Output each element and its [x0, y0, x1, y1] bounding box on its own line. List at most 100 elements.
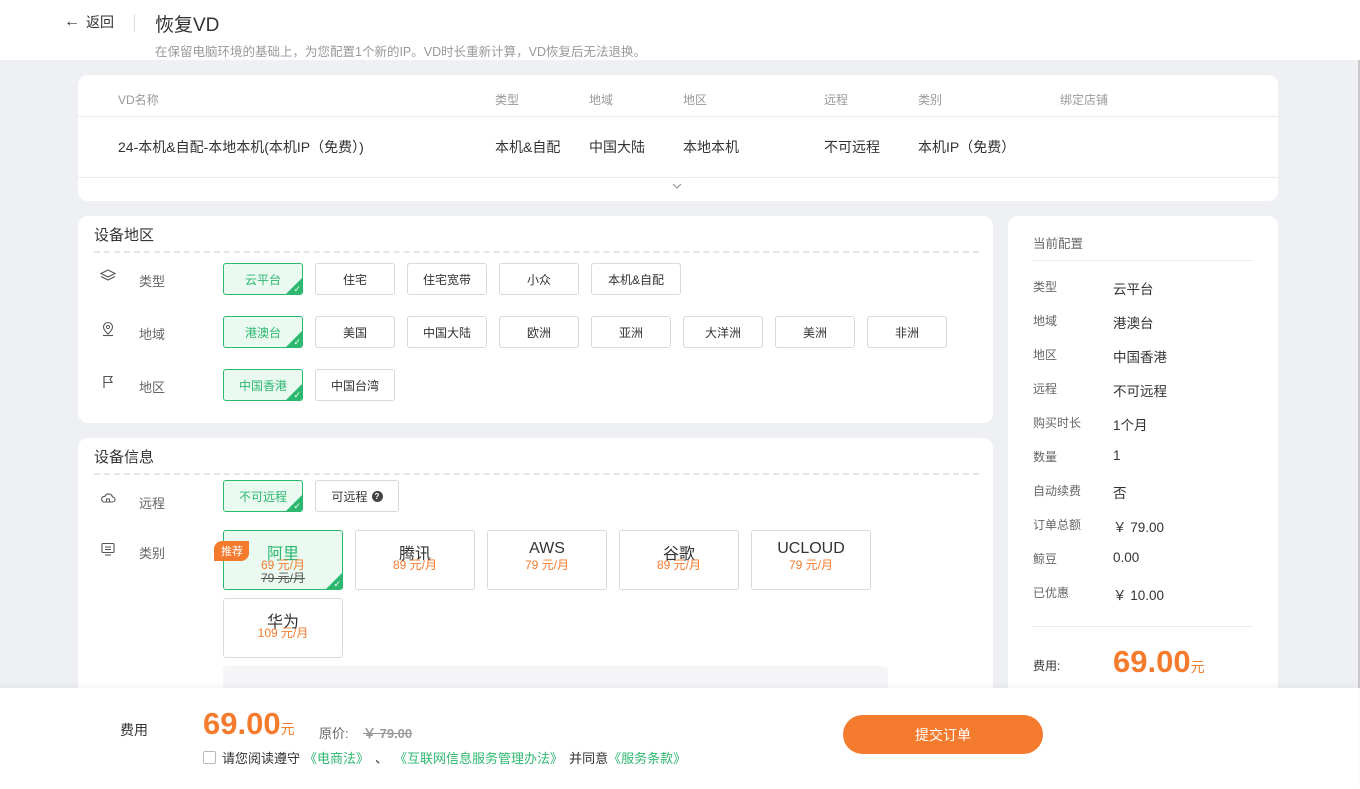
option-domain-asia[interactable]: 亚洲 — [591, 316, 671, 348]
ecommerce-law-link[interactable]: 《电商法》 — [304, 748, 369, 767]
option-area-hongkong[interactable]: 中国香港 ✓ — [223, 369, 303, 401]
col-header-type: 类型 — [495, 93, 520, 107]
cell-remote: 不可远程 — [824, 139, 880, 155]
cloud-option-aliyun[interactable]: 推荐 阿里 69 元/月 79 元/月 ✓ — [214, 530, 343, 590]
col-header-area: 地区 — [683, 93, 708, 107]
fee-value: 69.00元 — [1113, 644, 1205, 679]
summary-key: 地区 — [1033, 348, 1058, 362]
option-domain-americas[interactable]: 美洲 — [775, 316, 855, 348]
cloud-original-price: 79 元/月 — [260, 571, 306, 585]
summary-value: ￥ 10.00 — [1113, 588, 1165, 603]
option-area-taiwan[interactable]: 中国台湾 — [315, 369, 395, 401]
chevron-down-icon[interactable] — [672, 181, 682, 193]
summary-value: 不可远程 — [1113, 384, 1167, 399]
remote-label: 远程 — [139, 496, 166, 511]
col-header-remote: 远程 — [824, 93, 849, 107]
option-type-cloud[interactable]: 云平台 ✓ — [223, 263, 303, 295]
option-type-broadband[interactable]: 住宅宽带 — [407, 263, 487, 295]
cloud-option-huawei[interactable]: 华为 109 元/月 — [223, 598, 343, 658]
option-domain-mainland[interactable]: 中国大陆 — [407, 316, 487, 348]
summary-key: 地域 — [1033, 314, 1058, 328]
summary-value: ￥ 79.00 — [1113, 520, 1165, 535]
summary-title: 当前配置 — [1033, 237, 1084, 251]
dashed-divider — [94, 251, 979, 253]
cloud-price: 89 元/月 — [656, 558, 702, 572]
agree-prefix: 请您阅读遵守 — [222, 751, 301, 766]
option-domain-europe[interactable]: 欧洲 — [499, 316, 579, 348]
col-header-domain: 地域 — [589, 93, 614, 107]
summary-value: 港澳台 — [1113, 316, 1154, 331]
section-title: 设备地区 — [94, 227, 155, 244]
summary-divider — [1033, 626, 1253, 627]
summary-key: 鲸豆 — [1033, 552, 1058, 566]
back-button[interactable]: ← 返回 — [64, 12, 114, 32]
cloud-option-google[interactable]: 谷歌 89 元/月 — [619, 530, 739, 590]
col-header-store: 绑定店铺 — [1060, 93, 1109, 107]
config-summary: 当前配置 类型 云平台 地域 港澳台 地区 中国香港 远程 不可远程 购买时长 … — [1008, 216, 1278, 698]
agree-checkbox[interactable] — [203, 751, 216, 764]
option-no-remote[interactable]: 不可远程 ✓ — [223, 480, 303, 512]
checkout-bar: 费用 69.00元 原价: ￥ 79.00 请您阅读遵守 《电商法》 、 《互联… — [0, 688, 1358, 789]
region-section: 设备地区 类型 云平台 ✓ 住宅 住宅宽带 小众 本机&自配 地域 港澳台 ✓ 美国… — [78, 216, 993, 423]
cloud-option-tencent[interactable]: 腾讯 89 元/月 — [355, 530, 475, 590]
summary-key: 数量 — [1033, 450, 1058, 464]
col-header-name: VD名称 — [118, 93, 159, 107]
summary-key: 类型 — [1033, 280, 1058, 294]
flag-icon — [100, 374, 118, 392]
help-icon[interactable]: ? — [371, 490, 383, 502]
fee-unit: 元 — [1190, 659, 1205, 675]
cloud-option-ucloud[interactable]: UCLOUD 79 元/月 — [751, 530, 871, 590]
agree-mid: 并同意 — [569, 751, 609, 766]
location-pin-icon — [100, 321, 118, 339]
monitor-icon — [100, 541, 118, 559]
summary-value: 0.00 — [1113, 550, 1140, 565]
price-unit: 元 — [280, 721, 295, 737]
device-section: 设备信息 远程 不可远程 ✓ 可远程? 类别 推荐 阿里 69 元/月 79 元/… — [78, 438, 993, 706]
cloud-option-aws[interactable]: AWS 79 元/月 — [487, 530, 607, 590]
summary-key: 已优惠 — [1033, 586, 1070, 600]
original-price-label: 原价: — [319, 726, 349, 741]
summary-key: 购买时长 — [1033, 416, 1082, 430]
header-divider — [134, 14, 135, 32]
summary-value: 云平台 — [1113, 282, 1154, 297]
option-remote[interactable]: 可远程? — [315, 480, 399, 512]
domain-label: 地域 — [139, 327, 166, 342]
cell-domain: 中国大陆 — [589, 139, 645, 155]
cell-type: 本机&自配 — [495, 139, 561, 155]
section-title: 设备信息 — [94, 449, 155, 466]
cell-category: 本机IP（免费） — [918, 139, 1016, 155]
summary-value: 1 — [1113, 448, 1121, 463]
arrow-left-icon: ← — [64, 13, 80, 30]
cloud-icon — [100, 490, 118, 508]
internet-law-link[interactable]: 《互联网信息服务管理办法》 — [394, 748, 563, 767]
cell-name: 24-本机&自配-本地本机(本机IP（免费）) — [118, 139, 364, 155]
table-divider — [78, 177, 1278, 178]
dashed-divider — [94, 473, 979, 475]
summary-value: 中国香港 — [1113, 350, 1167, 365]
option-domain-africa[interactable]: 非洲 — [867, 316, 947, 348]
summary-key: 远程 — [1033, 382, 1058, 396]
fee-label: 费用: — [1033, 659, 1061, 673]
option-domain-usa[interactable]: 美国 — [315, 316, 395, 348]
summary-value: 1个月 — [1113, 418, 1148, 433]
page-subtitle: 在保留电脑环境的基础上，为您配置1个新的IP。VD时长重新计算，VD恢复后无法退… — [155, 45, 646, 59]
summary-key: 订单总额 — [1033, 518, 1082, 532]
option-type-niche[interactable]: 小众 — [499, 263, 579, 295]
col-header-category: 类别 — [918, 93, 943, 107]
option-type-local[interactable]: 本机&自配 — [591, 263, 681, 295]
summary-key: 自动续费 — [1033, 484, 1082, 498]
agreement-row: 请您阅读遵守 《电商法》 、 《互联网信息服务管理办法》 并同意 《服务条款》 — [203, 748, 686, 767]
layers-icon — [99, 268, 118, 286]
option-domain-hmt[interactable]: 港澳台 ✓ — [223, 316, 303, 348]
category-label: 类别 — [139, 546, 166, 561]
cloud-price: 79 元/月 — [524, 558, 570, 572]
cloud-price: 109 元/月 — [257, 626, 309, 640]
page-title: 恢复VD — [155, 15, 220, 36]
back-label: 返回 — [86, 14, 114, 30]
area-label: 地区 — [139, 380, 166, 395]
option-type-residential[interactable]: 住宅 — [315, 263, 395, 295]
terms-link[interactable]: 《服务条款》 — [608, 748, 686, 767]
summary-value: 否 — [1113, 486, 1127, 501]
option-domain-oceania[interactable]: 大洋洲 — [683, 316, 763, 348]
submit-order-button[interactable]: 提交订单 — [843, 715, 1043, 754]
